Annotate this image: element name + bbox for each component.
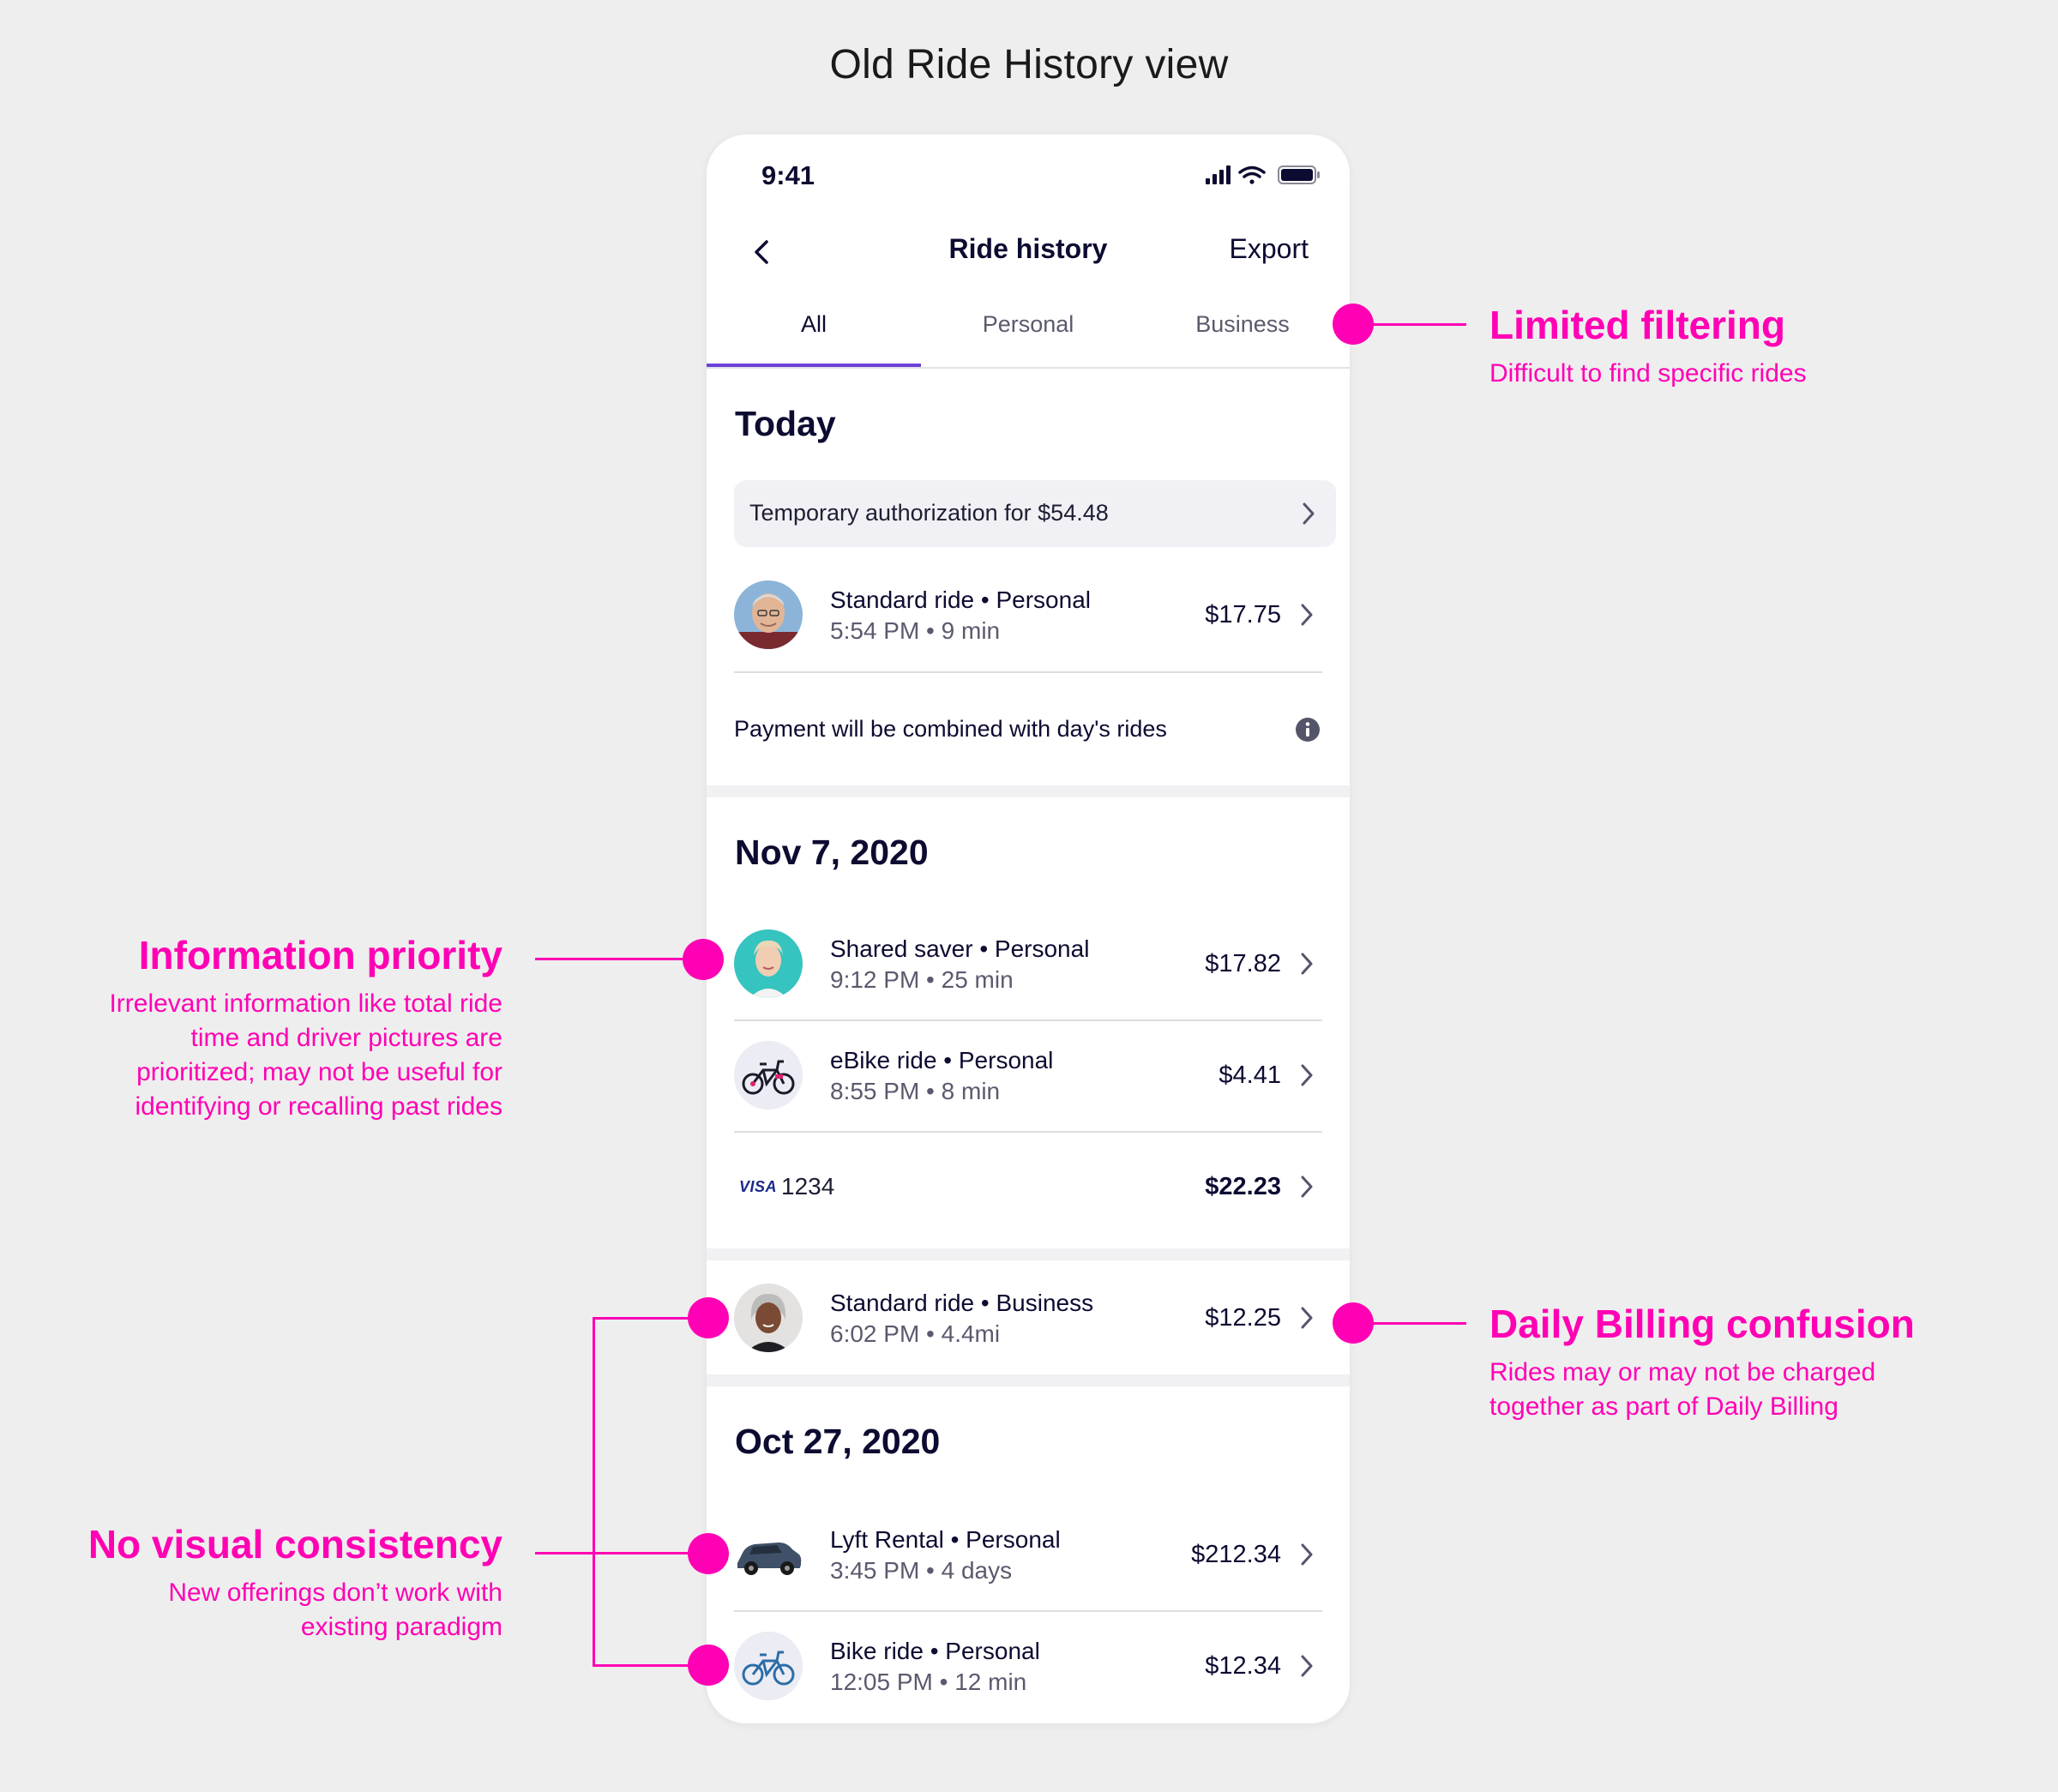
annotation-connector [1353,1322,1466,1325]
daily-billing-note: Payment will be combined with day's ride… [734,716,1167,742]
ride-title: Shared saver • Personal [830,935,1090,962]
chevron-right-icon [1303,502,1315,525]
ride-title: Standard ride • Personal [830,586,1091,613]
ride-subtitle: 3:45 PM • 4 days [830,1557,1013,1584]
payment-total: $22.23 [1205,1173,1281,1200]
info-icon[interactable] [1295,717,1321,743]
tab-all[interactable]: All [707,311,921,338]
annotation-text: Difficult to find specific rides [1489,359,1807,388]
divider [734,1610,1322,1612]
ebike-icon [734,1041,803,1109]
battery-icon [1278,165,1320,184]
ride-price: $12.34 [1205,1652,1281,1680]
temporary-authorization-row[interactable]: Temporary authorization for $54.48 [734,480,1336,547]
divider [734,671,1322,673]
annotation-text: New offerings don’t work with existing p… [168,1579,502,1641]
ride-row[interactable]: eBike ride • Personal 8:55 PM • 8 min $4… [707,1041,1350,1152]
chevron-right-icon [1301,1307,1313,1329]
ride-subtitle: 6:02 PM • 4.4mi [830,1320,1001,1347]
annotation-marker [688,1645,729,1686]
section-separator [707,1374,1350,1386]
export-button[interactable]: Export [1230,233,1309,265]
phone-screen: 9:41 Ride history Export All Personal Bu… [707,135,1350,1723]
payment-summary-row[interactable]: VISA 1234 $22.23 [707,1152,1350,1238]
annotation-connector [535,1552,707,1554]
ride-title: Lyft Rental • Personal [830,1526,1061,1553]
annotation-text: Irrelevant information like total ride t… [109,989,502,1121]
ride-row[interactable]: Shared saver • Personal 9:12 PM • 25 min… [707,929,1350,1041]
ride-price: $212.34 [1191,1541,1281,1568]
tab-personal[interactable]: Personal [921,311,1135,338]
card-last4: 1234 [781,1173,835,1200]
ride-row[interactable]: Standard ride • Personal 5:54 PM • 9 min… [707,580,1350,692]
annotation-title-limited-filtering: Limited filtering [1489,303,1785,347]
ride-row[interactable]: Lyft Rental • Personal 3:45 PM • 4 days … [707,1520,1350,1632]
annotation-text: Rides may or may not be charged together… [1489,1358,1876,1421]
tab-divider [707,367,1350,369]
car-icon [734,1520,803,1589]
authorization-text: Temporary authorization for $54.48 [749,500,1109,526]
annotation-marker [683,939,724,980]
ride-price: $17.82 [1205,950,1281,977]
driver-avatar [734,929,803,998]
chevron-right-icon [1301,1543,1313,1566]
annotation-connector [1353,323,1466,326]
driver-avatar [734,1284,803,1352]
chevron-right-icon [1301,1176,1313,1198]
annotation-bracket [593,1317,595,1667]
status-icons [1206,164,1326,190]
section-separator [707,785,1350,797]
annotation-connector [535,958,698,960]
section-heading-nov7: Nov 7, 2020 [735,833,929,872]
ride-title: Standard ride • Business [830,1290,1094,1316]
section-heading-oct27: Oct 27, 2020 [735,1422,941,1461]
wifi-icon [1238,165,1266,184]
annotation-marker [688,1297,729,1338]
chevron-right-icon [1301,1064,1313,1086]
chevron-right-icon [1301,604,1313,626]
annotation-title-information-priority: Information priority [138,933,502,977]
annotation-title-daily-billing: Daily Billing confusion [1489,1302,1915,1346]
ride-subtitle: 9:12 PM • 25 min [830,966,1014,993]
driver-avatar [734,580,803,649]
ride-title: Bike ride • Personal [830,1638,1040,1664]
ride-price: $12.25 [1205,1304,1281,1332]
ride-price: $4.41 [1219,1061,1281,1089]
page-title: Old Ride History view [829,42,1229,87]
bike-icon [734,1632,803,1700]
ride-price: $17.75 [1205,601,1281,628]
section-separator [707,1248,1350,1260]
chevron-right-icon [1301,953,1313,975]
chevron-right-icon [1301,1655,1313,1677]
ride-subtitle: 12:05 PM • 12 min [830,1669,1027,1695]
section-heading-today: Today [735,404,836,443]
ride-subtitle: 8:55 PM • 8 min [830,1078,1001,1104]
ride-title: eBike ride • Personal [830,1047,1054,1073]
ride-subtitle: 5:54 PM • 9 min [830,617,1001,644]
status-time: 9:41 [761,160,815,190]
annotation-marker [688,1533,729,1574]
tab-business[interactable]: Business [1135,311,1350,338]
signal-icon [1206,165,1231,184]
annotation-title-visual-consistency: No visual consistency [87,1522,502,1566]
visa-logo: VISA [739,1178,778,1195]
divider [734,1019,1322,1021]
divider [734,1131,1322,1133]
ride-row[interactable]: Bike ride • Personal 12:05 PM • 12 min $… [707,1632,1350,1723]
